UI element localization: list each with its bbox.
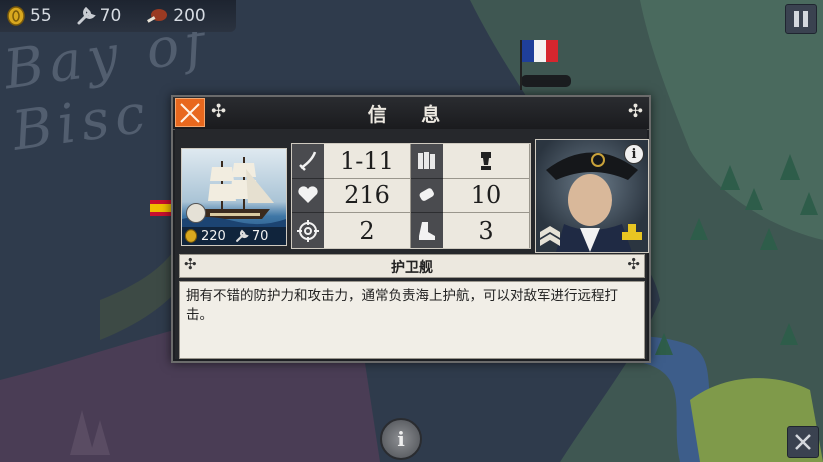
food-amount: 200	[173, 6, 206, 26]
wrench-icon	[77, 6, 96, 25]
sword-icon	[299, 151, 317, 171]
movement-stat-icon	[411, 213, 443, 248]
supply-stat-icon	[411, 178, 443, 214]
resource-bar: 55 70 200	[0, 0, 236, 32]
tools-button[interactable]	[787, 426, 819, 458]
crossed-tools-icon	[795, 434, 811, 450]
france-flag-icon	[522, 40, 558, 62]
gold-amount: 55	[30, 6, 52, 26]
movement-value: 3	[443, 213, 530, 248]
health-stat-icon	[292, 178, 324, 214]
dialog-title: 信 息	[367, 104, 455, 126]
cannon-shell-icon	[481, 151, 491, 170]
food-resource: 200	[145, 6, 206, 26]
spain-flag-icon	[150, 200, 172, 216]
unit-gold-cost: 220	[201, 228, 226, 244]
industry-amount: 70	[99, 6, 122, 26]
gold-resource: 55	[6, 6, 52, 26]
pause-button[interactable]	[785, 4, 817, 34]
info-button[interactable]: i	[380, 418, 422, 460]
rank-hat-icon	[186, 203, 206, 223]
unit-cost: 220 70	[182, 227, 286, 245]
pause-icon	[794, 11, 799, 27]
supply-icon	[419, 188, 434, 202]
unit-industry-cost: 70	[251, 228, 269, 244]
flourish-right-icon: ✣	[627, 255, 640, 273]
troops-value	[443, 144, 530, 179]
pause-icon-bar	[803, 11, 808, 27]
supply-value: 10	[443, 178, 530, 214]
unit-stats-grid: 1-11 216 10 2 3	[291, 143, 531, 249]
range-stat-icon	[292, 213, 324, 248]
commander-portrait[interactable]: i	[535, 139, 649, 253]
unit-portrait: 220 70	[181, 148, 287, 246]
commander-info-icon[interactable]: i	[624, 144, 644, 164]
crosshair-icon	[297, 219, 319, 242]
troops-stat-icon	[411, 144, 443, 179]
wrench-icon	[235, 229, 249, 242]
gold-coin-icon	[7, 6, 25, 26]
range-value: 2	[324, 213, 411, 248]
industry-resource: 70	[76, 6, 122, 26]
gold-coin-icon	[184, 229, 198, 243]
flourish-right-icon: ✣	[627, 101, 643, 122]
attack-value: 1-11	[324, 144, 411, 179]
soldiers-icon	[418, 151, 435, 169]
unit-description: 拥有不错的防护力和攻击力，通常负责海上护航，可以对敌军进行远程打击。	[179, 281, 645, 359]
attack-stat-icon	[292, 144, 324, 179]
boot-icon	[419, 221, 435, 240]
unit-info-dialog: ✣ 信 息 ✣ 220 70 1-11 216 10 2 3 i ✣ 护卫舰 ✣…	[171, 95, 651, 363]
unit-name-bar: ✣ 护卫舰 ✣	[179, 254, 645, 278]
meat-icon	[147, 9, 168, 23]
unit-name: 护卫舰	[391, 260, 433, 276]
dialog-header: ✣ 信 息 ✣	[173, 97, 649, 130]
heart-icon	[298, 186, 318, 204]
health-value: 216	[324, 178, 411, 214]
